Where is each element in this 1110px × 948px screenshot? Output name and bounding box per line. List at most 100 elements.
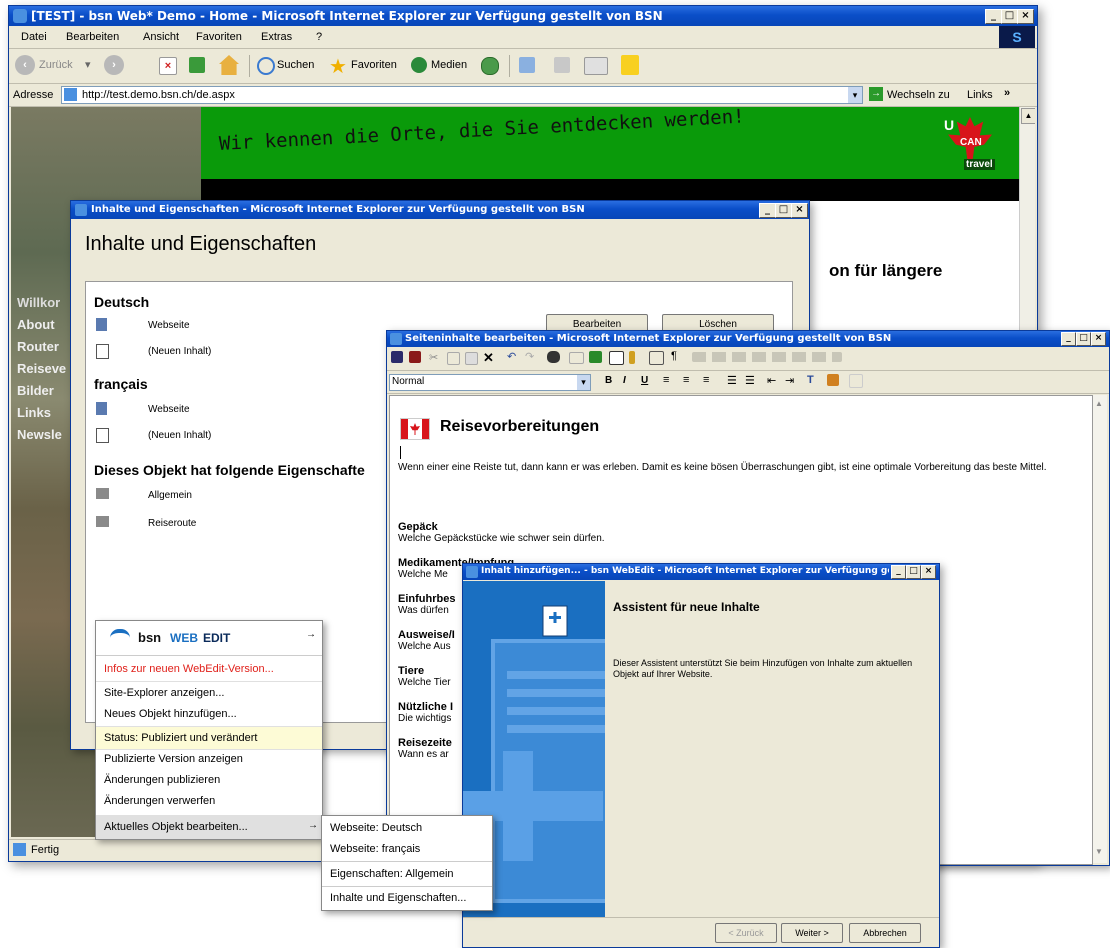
- outdent-icon[interactable]: ⇤: [767, 374, 776, 387]
- menu-item-edit-current[interactable]: Aktuelles Objekt bearbeiten... →: [96, 815, 322, 839]
- align-left-icon[interactable]: ≡: [663, 374, 669, 386]
- maximize-button[interactable]: □: [775, 203, 792, 218]
- minimize-button[interactable]: _: [759, 203, 776, 218]
- forward-arrow-icon[interactable]: ›: [104, 55, 124, 75]
- address-dropdown-icon[interactable]: ▾: [848, 87, 862, 103]
- menu-item-status-row[interactable]: Status: Publiziert und verändert: [96, 726, 322, 750]
- nav-link-about[interactable]: About: [17, 317, 55, 332]
- indent-icon[interactable]: ⇥: [785, 374, 794, 387]
- bold-icon[interactable]: B: [605, 375, 612, 386]
- table-tools-icon[interactable]: [692, 352, 842, 362]
- menu-bearbeiten[interactable]: Bearbeiten: [66, 31, 119, 43]
- menu-item-publish[interactable]: Änderungen publizieren: [104, 774, 220, 786]
- scroll-up-icon[interactable]: ▲: [1021, 108, 1035, 124]
- scroll-down-icon[interactable]: ▼: [1095, 847, 1103, 856]
- prop-general-link[interactable]: Allgemein: [148, 490, 192, 501]
- scroll-up-icon[interactable]: ▲: [1095, 399, 1103, 408]
- maximize-button[interactable]: □: [1001, 9, 1018, 24]
- font-color-icon[interactable]: T: [807, 374, 814, 386]
- menu-item-site-explorer[interactable]: Site-Explorer anzeigen...: [104, 687, 224, 699]
- fr-webpage-link[interactable]: Webseite: [148, 404, 190, 415]
- close-button[interactable]: ×: [921, 565, 936, 579]
- favorites-star-icon[interactable]: ★: [329, 54, 347, 79]
- chevron-right-icon[interactable]: »: [1004, 87, 1010, 99]
- save-close-icon[interactable]: [409, 351, 421, 363]
- nav-link-pictures[interactable]: Bilder: [17, 383, 54, 398]
- close-button[interactable]: ×: [1091, 332, 1106, 346]
- nav-link-travel[interactable]: Reiseve: [17, 361, 66, 376]
- style-select[interactable]: Normal ▾: [389, 374, 591, 391]
- nav-link-routes[interactable]: Router: [17, 339, 59, 354]
- image-icon[interactable]: [589, 351, 602, 363]
- grid-icon[interactable]: [649, 351, 664, 365]
- align-center-icon[interactable]: ≡: [683, 374, 689, 386]
- menu-item-new-object[interactable]: Neues Objekt hinzufügen...: [104, 708, 237, 720]
- editor-scrollbar[interactable]: ▲ ▼: [1093, 395, 1107, 863]
- highlight-icon[interactable]: [827, 374, 839, 386]
- menu-help[interactable]: ?: [316, 31, 322, 43]
- maximize-button[interactable]: □: [1076, 332, 1091, 346]
- address-field[interactable]: http://test.demo.bsn.ch/de.aspx ▾: [61, 86, 863, 104]
- search-icon[interactable]: [257, 57, 275, 75]
- dropdown-arrow-icon[interactable]: ▾: [577, 375, 590, 390]
- refresh-icon[interactable]: [189, 57, 205, 73]
- minimize-button[interactable]: _: [985, 9, 1002, 24]
- submenu-item-props-general[interactable]: Eigenschaften: Allgemein: [330, 868, 454, 880]
- undo-icon[interactable]: ↶: [507, 350, 516, 363]
- links-button[interactable]: Links: [967, 89, 993, 101]
- menu-favoriten[interactable]: Favoriten: [196, 31, 242, 43]
- redo-icon[interactable]: ↷: [525, 350, 534, 363]
- menu-item-info[interactable]: Infos zur neuen WebEdit-Version...: [104, 663, 274, 675]
- notes-icon[interactable]: [621, 55, 639, 75]
- minimize-button[interactable]: _: [1061, 332, 1076, 346]
- mail-icon[interactable]: [519, 57, 535, 73]
- de-webpage-link[interactable]: Webseite: [148, 320, 190, 331]
- nav-link-newsletter[interactable]: Newsle: [17, 427, 62, 442]
- submenu-item-contents-props[interactable]: Inhalte und Eigenschaften...: [330, 892, 466, 904]
- back-dropdown-icon[interactable]: ▾: [85, 58, 91, 71]
- nav-link-welcome[interactable]: Willkor: [17, 295, 60, 310]
- copy-icon[interactable]: [447, 352, 460, 365]
- home-icon[interactable]: [219, 55, 239, 75]
- minimize-button[interactable]: _: [891, 565, 906, 579]
- align-right-icon[interactable]: ≡: [703, 374, 709, 386]
- close-button[interactable]: ×: [1017, 9, 1034, 24]
- maximize-button[interactable]: □: [906, 565, 921, 579]
- favorites-label[interactable]: Favoriten: [351, 59, 397, 71]
- table-icon[interactable]: [609, 351, 624, 365]
- save-icon[interactable]: [391, 351, 403, 363]
- menu-extras[interactable]: Extras: [261, 31, 292, 43]
- italic-icon[interactable]: I: [623, 375, 626, 386]
- bullet-list-icon[interactable]: ☰: [745, 374, 755, 387]
- go-arrow-icon[interactable]: →: [869, 87, 883, 101]
- close-button[interactable]: ×: [791, 203, 808, 218]
- de-new-content-link[interactable]: (Neuen Inhalt): [148, 346, 211, 357]
- paragraph-icon[interactable]: ¶: [671, 350, 677, 362]
- find-icon[interactable]: [547, 351, 560, 363]
- menu-item-discard[interactable]: Änderungen verwerfen: [104, 795, 215, 807]
- print-icon[interactable]: [554, 57, 570, 73]
- paste-icon[interactable]: [465, 352, 478, 365]
- menu-item-view-published[interactable]: Publizierte Version anzeigen: [104, 753, 243, 765]
- media-icon[interactable]: [411, 57, 427, 73]
- wizard-next-button[interactable]: Weiter >: [781, 923, 843, 943]
- fr-new-content-link[interactable]: (Neuen Inhalt): [148, 430, 211, 441]
- history-icon[interactable]: [481, 57, 499, 75]
- prop-route-link[interactable]: Reiseroute: [148, 518, 196, 529]
- cut-icon[interactable]: ✂: [429, 351, 438, 364]
- stop-icon[interactable]: ×: [159, 57, 177, 75]
- underline-icon[interactable]: U: [641, 375, 648, 386]
- nav-link-links[interactable]: Links: [17, 405, 51, 420]
- delete-icon[interactable]: ✕: [483, 350, 494, 366]
- submenu-item-webpage-fr[interactable]: Webseite: français: [330, 843, 420, 855]
- wizard-back-button[interactable]: < Zurück: [715, 923, 777, 943]
- back-button[interactable]: ‹ Zurück ▾: [15, 54, 95, 78]
- search-label[interactable]: Suchen: [277, 59, 314, 71]
- menu-ansicht[interactable]: Ansicht: [143, 31, 179, 43]
- submenu-item-webpage-de[interactable]: Webseite: Deutsch: [330, 822, 422, 834]
- pen-icon[interactable]: [629, 351, 635, 364]
- edit-page-icon[interactable]: [584, 57, 608, 75]
- wizard-cancel-button[interactable]: Abbrechen: [849, 923, 921, 943]
- media-label[interactable]: Medien: [431, 59, 467, 71]
- numbered-list-icon[interactable]: ☰: [727, 374, 737, 387]
